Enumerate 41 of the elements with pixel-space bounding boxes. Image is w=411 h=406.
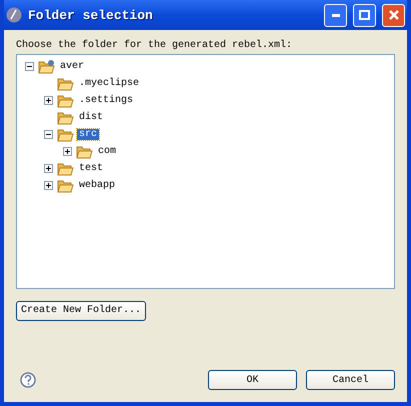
- help-icon[interactable]: [20, 372, 36, 388]
- plus-icon: [46, 166, 51, 171]
- collapse-toggle[interactable]: [25, 62, 34, 71]
- tree-item[interactable]: test: [77, 163, 106, 174]
- expand-toggle[interactable]: [44, 181, 53, 190]
- plus-icon: [65, 149, 70, 154]
- plus-icon: [46, 183, 51, 188]
- tree-item[interactable]: com: [96, 146, 118, 157]
- create-folder-button[interactable]: Create New Folder...: [16, 300, 146, 320]
- cancel-button[interactable]: Cancel: [306, 370, 395, 390]
- prompt-text: Choose the folder for the generated rebel.xml:: [16, 40, 294, 51]
- window-title: Folder selection: [28, 8, 154, 22]
- minimize-button[interactable]: [324, 4, 347, 26]
- expand-toggle[interactable]: [63, 147, 72, 156]
- maximize-button[interactable]: [353, 4, 376, 26]
- plus-icon: [46, 98, 51, 103]
- folder-icon: [76, 144, 93, 158]
- minus-icon: [27, 64, 32, 69]
- project-folder-icon: [38, 60, 55, 74]
- ok-button[interactable]: OK: [208, 370, 297, 390]
- minus-icon: [46, 132, 51, 137]
- tree-item[interactable]: .settings: [77, 95, 136, 106]
- close-button[interactable]: [382, 4, 405, 26]
- folder-icon: [57, 128, 74, 142]
- collapse-toggle[interactable]: [44, 130, 53, 139]
- expand-toggle[interactable]: [44, 96, 53, 105]
- folder-icon: [57, 178, 74, 192]
- folder-icon: [57, 162, 74, 176]
- folder-icon: [57, 76, 74, 90]
- tree-item[interactable]: aver: [58, 61, 86, 72]
- folder-icon: [57, 110, 74, 124]
- app-icon: [6, 7, 22, 23]
- expand-toggle[interactable]: [44, 164, 53, 173]
- tree-item[interactable]: dist: [77, 112, 106, 123]
- close-icon: [388, 10, 398, 20]
- tree-item[interactable]: src: [77, 129, 100, 140]
- minimize-icon: [332, 14, 340, 16]
- maximize-icon: [359, 10, 370, 20]
- tree-item[interactable]: webapp: [77, 180, 118, 191]
- tree-item[interactable]: .myeclipse: [77, 78, 142, 89]
- folder-icon: [57, 94, 74, 108]
